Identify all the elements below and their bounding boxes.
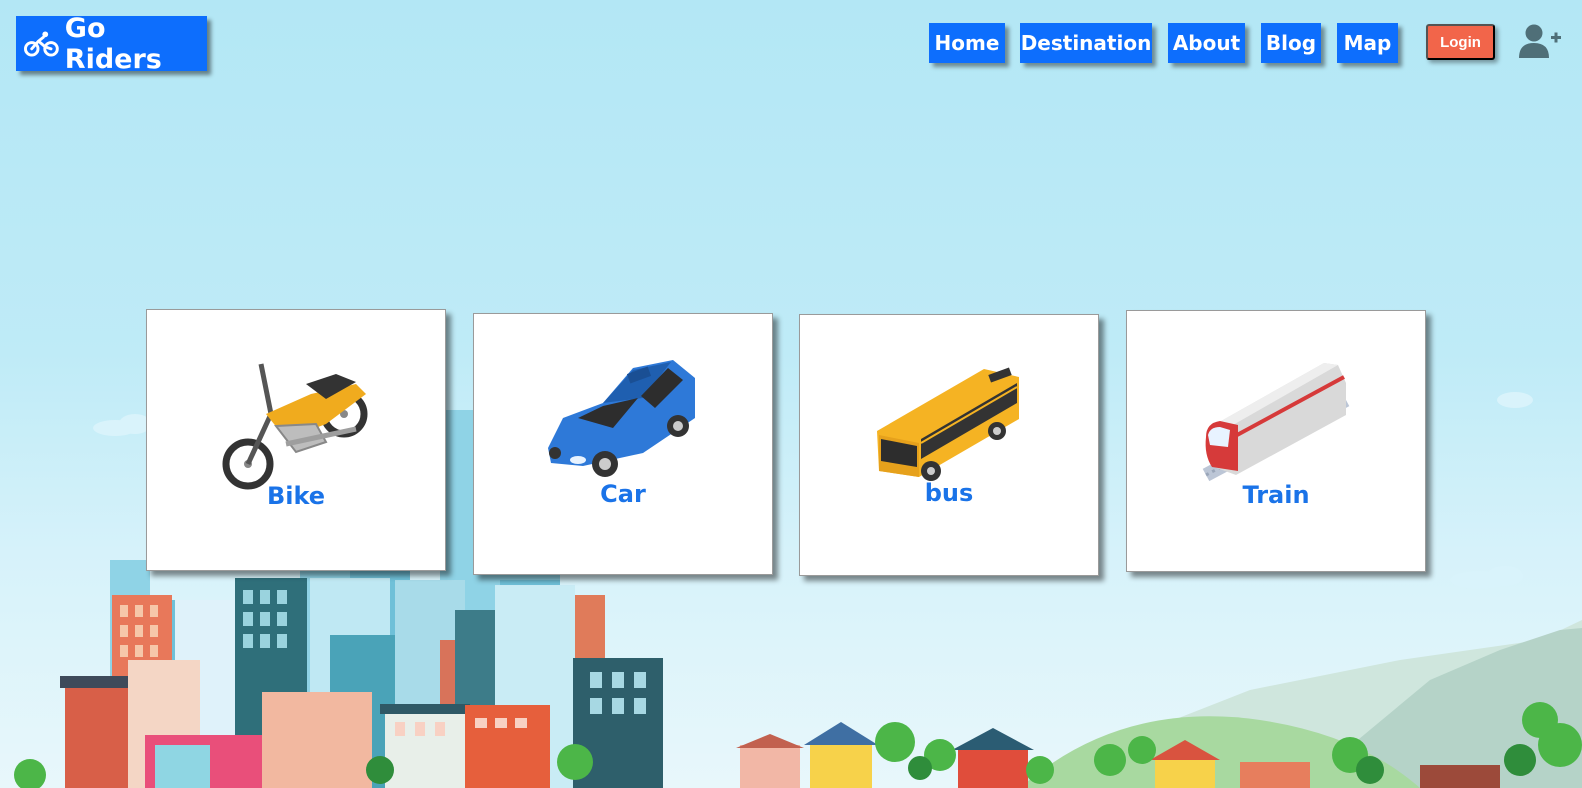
- transport-card-car[interactable]: Car: [473, 313, 773, 575]
- transport-card-train[interactable]: Train: [1126, 310, 1426, 572]
- main-nav: Home Destination About Blog Map Login: [0, 23, 1582, 63]
- motorcycle-icon: [222, 363, 368, 490]
- nav-blog[interactable]: Blog: [1261, 23, 1321, 63]
- user-plus-icon[interactable]: [1518, 23, 1562, 59]
- card-label-train: Train: [1242, 481, 1310, 509]
- card-label-bus: bus: [924, 479, 974, 507]
- train-icon: [1202, 363, 1350, 482]
- nav-map[interactable]: Map: [1337, 23, 1398, 63]
- card-label-bike: Bike: [266, 482, 326, 510]
- nav-about[interactable]: About: [1168, 23, 1245, 63]
- car-icon: [548, 360, 695, 477]
- transport-card-bike[interactable]: Bike: [146, 309, 446, 571]
- login-button[interactable]: Login: [1426, 24, 1495, 60]
- transport-card-bus[interactable]: bus: [799, 314, 1099, 576]
- bus-icon: [877, 367, 1019, 481]
- card-label-car: Car: [600, 480, 646, 508]
- nav-destination[interactable]: Destination: [1020, 23, 1152, 63]
- nav-home[interactable]: Home: [929, 23, 1005, 63]
